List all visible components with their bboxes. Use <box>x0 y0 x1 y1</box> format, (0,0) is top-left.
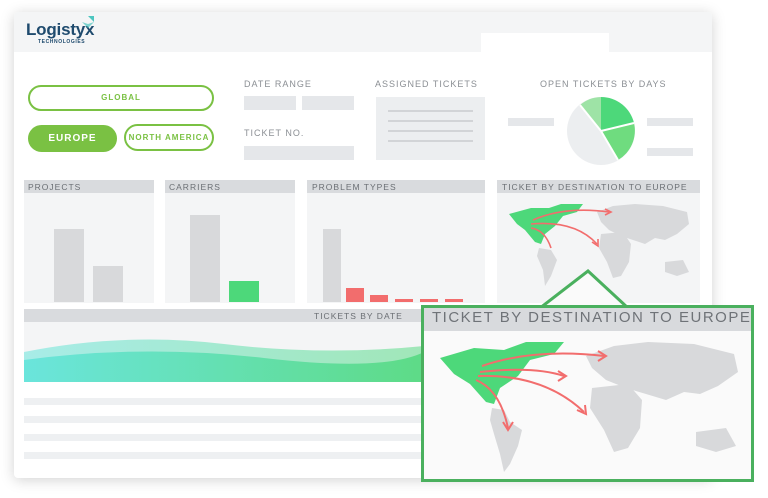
open-tickets-pie-chart <box>567 97 635 165</box>
problem-types-bar-5 <box>420 299 438 302</box>
assigned-tickets-label: ASSIGNED TICKETS <box>375 79 478 89</box>
destination-map-zoomed <box>440 342 738 472</box>
north-america-filter-button[interactable]: NORTH AMERICA <box>124 124 214 151</box>
open-tickets-legend-left <box>508 118 554 126</box>
carriers-bar-1 <box>190 215 220 302</box>
date-range-end-input[interactable] <box>302 96 354 110</box>
list-row-1 <box>24 398 424 405</box>
open-tickets-legend-right-1 <box>647 118 693 126</box>
problem-types-bar-3 <box>370 295 388 302</box>
projects-bar-1 <box>54 229 84 302</box>
open-tickets-label: OPEN TICKETS BY DAYS <box>540 79 667 89</box>
zoom-callout-pointer <box>540 269 630 310</box>
assigned-line-3 <box>388 130 473 132</box>
date-range-start-input[interactable] <box>244 96 296 110</box>
assigned-line-2 <box>388 120 473 122</box>
destination-panel-title: TICKET BY DESTINATION TO EUROPE <box>502 182 688 192</box>
problem-types-bar-1 <box>323 229 341 302</box>
problem-types-bar-6 <box>445 299 463 302</box>
ticket-no-label: TICKET NO. <box>244 128 305 138</box>
zoomed-destination-title: TICKET BY DESTINATION TO EUROPE <box>432 309 752 326</box>
problem-types-bar-4 <box>395 299 413 302</box>
carriers-bar-2 <box>229 281 259 302</box>
list-row-2 <box>24 416 424 423</box>
tickets-by-date-title: TICKETS BY DATE <box>314 311 403 321</box>
open-tickets-legend-right-2 <box>647 148 693 156</box>
europe-filter-button[interactable]: EUROPE <box>28 125 117 152</box>
carriers-panel-title: CARRIERS <box>169 182 221 192</box>
brand-tagline: TECHNOLOGIES <box>38 39 86 45</box>
global-filter-button[interactable]: GLOBAL <box>28 85 214 111</box>
tickets-by-date-area-chart <box>24 339 424 382</box>
list-row-4 <box>24 452 424 459</box>
projects-panel <box>24 180 154 303</box>
ticket-no-input[interactable] <box>244 146 354 160</box>
logo-icon <box>82 16 94 28</box>
problem-types-bar-2 <box>346 288 364 302</box>
date-range-label: DATE RANGE <box>244 79 312 89</box>
projects-panel-title: PROJECTS <box>28 182 82 192</box>
header-tab[interactable] <box>481 33 609 53</box>
assigned-tickets-box <box>376 97 485 160</box>
projects-bar-2 <box>93 266 123 302</box>
assigned-line-1 <box>388 110 473 112</box>
problem-types-panel-title: PROBLEM TYPES <box>312 182 397 192</box>
assigned-line-4 <box>388 140 473 142</box>
list-row-3 <box>24 434 424 441</box>
